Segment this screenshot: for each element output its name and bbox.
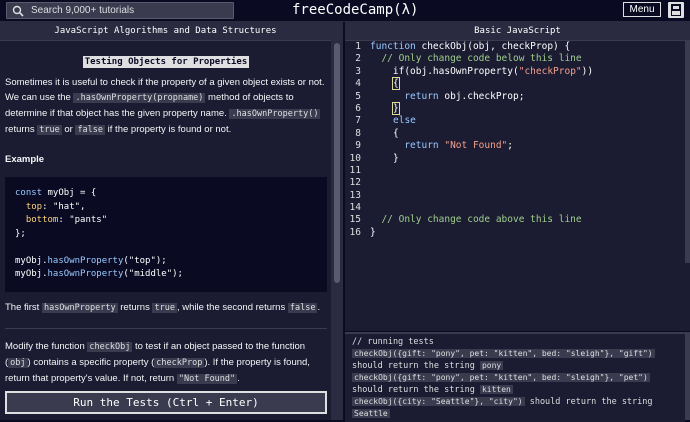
- code-line[interactable]: // Only change code above this line: [370, 214, 593, 226]
- avatar-icon: [671, 4, 681, 16]
- code-line: const myObj = {: [15, 188, 97, 198]
- line-number: 3: [355, 65, 361, 77]
- inline-code: checkObj: [87, 341, 133, 352]
- intro-text: if the property is found or not.: [105, 124, 232, 135]
- line-number: 15: [349, 214, 361, 226]
- test-call: checkObj({gift: "pony", pet: "kitten", b…: [352, 349, 655, 358]
- code-line[interactable]: // Only change code below this line: [370, 53, 593, 65]
- code-line: myObj.hasOwnProperty("top");: [15, 255, 167, 266]
- intro-text: or: [61, 124, 76, 135]
- line-number: 4: [355, 78, 361, 90]
- code-line[interactable]: [370, 177, 593, 189]
- test-value: Seattle: [352, 409, 390, 418]
- code-line[interactable]: }: [370, 153, 593, 165]
- result-paragraph: The first hasOwnProperty returns true, w…: [5, 301, 321, 313]
- inline-code: checkProp: [154, 357, 205, 368]
- test-call: checkObj({city: "Seattle"}, "city"): [352, 397, 525, 406]
- code-line[interactable]: }: [370, 101, 593, 115]
- challenge-title: Testing Objects for Properties: [5, 51, 327, 69]
- code-line: myObj.hasOwnProperty("middle");: [15, 269, 183, 279]
- editor-scrollbar[interactable]: [685, 41, 690, 263]
- search-icon: [12, 5, 24, 17]
- line-number: 8: [355, 127, 361, 139]
- code-line[interactable]: {: [370, 128, 593, 140]
- line-number: 5: [355, 90, 361, 102]
- line-number: 11: [349, 164, 361, 176]
- search-bar[interactable]: [6, 2, 234, 19]
- code-line[interactable]: return "Not Found";: [370, 140, 593, 152]
- scrollbar-thumb[interactable]: [334, 43, 340, 283]
- inline-code: true: [37, 125, 62, 135]
- line-number: 14: [349, 202, 361, 214]
- code-line[interactable]: if(obj.hasOwnProperty("checkProp")): [370, 66, 593, 78]
- code-line[interactable]: [370, 165, 593, 177]
- example-code-block: const myObj = { top: "hat", bottom: "pan…: [5, 177, 327, 292]
- run-tests-button[interactable]: Run the Tests (Ctrl + Enter): [5, 391, 327, 414]
- test-line: checkObj({gift: "pony", pet: "kitten", b…: [345, 348, 685, 360]
- test-line: should return the string pony: [352, 361, 504, 371]
- challenge-description: Testing Objects for Properties Sometimes…: [5, 51, 327, 387]
- code-line[interactable]: {: [370, 77, 593, 91]
- example-heading: Example: [5, 154, 45, 165]
- inline-code: .hasOwnProperty(): [229, 109, 321, 119]
- test-line: should return the string kitten: [352, 385, 513, 395]
- inline-code: true: [152, 302, 177, 313]
- line-number: 16: [349, 226, 361, 238]
- test-line: checkObj({gift: "pony", pet: "kitten", b…: [345, 372, 685, 384]
- code-line: };: [15, 228, 26, 239]
- inline-code: false: [287, 302, 318, 313]
- freecodecamp-logo[interactable]: freeCodeCamp(λ): [292, 2, 418, 18]
- line-number-gutter: 1 2 3 4 5 6 7 8 9 10 11 12 13 14 15 16: [345, 41, 361, 239]
- avatar[interactable]: [668, 2, 684, 18]
- menu-button[interactable]: Menu: [623, 2, 661, 17]
- code-line[interactable]: else: [370, 115, 593, 127]
- code-line: bottom: "pants": [25, 215, 108, 225]
- task-paragraph: Modify the function checkObj to test if …: [5, 340, 310, 384]
- console-scrollbar[interactable]: [685, 332, 690, 420]
- code-line[interactable]: [370, 190, 593, 202]
- line-number: 7: [355, 115, 361, 127]
- line-number: 6: [355, 102, 361, 114]
- code-line[interactable]: function checkObj(obj, checkProp) {: [370, 41, 593, 53]
- test-line: Seattle: [345, 408, 685, 420]
- code-editor[interactable]: 1 2 3 4 5 6 7 8 9 10 11 12 13 14 15 16 f…: [345, 41, 690, 331]
- inline-code: "Not Found": [176, 373, 238, 384]
- inline-code: false: [75, 125, 106, 135]
- code-lines[interactable]: function checkObj(obj, checkProp) { // O…: [370, 41, 593, 239]
- code-line: top: "hat",: [25, 201, 86, 212]
- editor-pane: Basic JavaScript 1 2 3 4 5 6 7 8 9 10 11…: [345, 21, 690, 422]
- line-number: 2: [355, 53, 361, 65]
- test-output-console: // running tests checkObj({gift: "pony",…: [345, 332, 685, 422]
- code-line[interactable]: }: [370, 227, 593, 239]
- divider: [5, 327, 327, 329]
- console-header: // running tests: [352, 337, 434, 347]
- test-value: kitten: [479, 385, 513, 394]
- intro-text: returns: [5, 124, 38, 135]
- test-value: pony: [479, 361, 504, 370]
- tab-editor[interactable]: Basic JavaScript: [345, 21, 690, 41]
- code-line[interactable]: [370, 202, 593, 214]
- tab-curriculum[interactable]: JavaScript Algorithms and Data Structure…: [0, 21, 331, 41]
- line-number: 12: [349, 177, 361, 189]
- instructions-pane: JavaScript Algorithms and Data Structure…: [0, 21, 331, 420]
- line-number: 13: [349, 189, 361, 201]
- test-call: checkObj({gift: "pony", pet: "kitten", b…: [352, 373, 650, 382]
- code-line[interactable]: return obj.checkProp;: [370, 91, 593, 103]
- test-line: checkObj({city: "Seattle"}, "city") shou…: [352, 397, 653, 407]
- inline-code: obj: [8, 357, 28, 368]
- line-number: 10: [349, 152, 361, 164]
- inline-code: hasOwnProperty: [41, 302, 118, 313]
- instructions-scrollbar[interactable]: [331, 21, 343, 420]
- inline-code: .hasOwnProperty(propname): [73, 93, 206, 103]
- challenge-title-text: Testing Objects for Properties: [82, 56, 250, 68]
- intro-paragraph: Sometimes it is useful to check if the p…: [5, 75, 327, 138]
- search-input[interactable]: [31, 5, 221, 16]
- line-number: 1: [355, 41, 361, 52]
- line-number: 9: [355, 140, 361, 152]
- top-navbar: freeCodeCamp(λ) Menu: [0, 0, 690, 22]
